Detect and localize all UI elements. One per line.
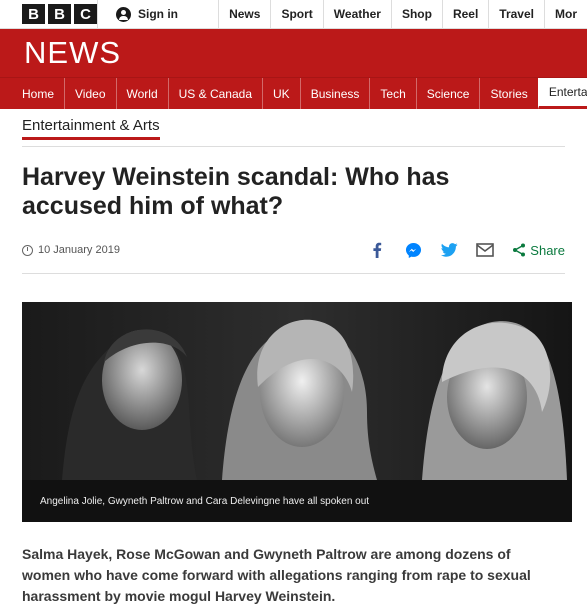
global-nav-reel[interactable]: Reel [441,0,488,28]
global-nav-travel[interactable]: Travel [488,0,544,28]
user-icon [116,6,131,22]
global-nav-weather[interactable]: Weather [322,0,391,28]
bbc-logo-letter: B [48,4,71,24]
nav-entertainment[interactable]: Entertai [537,78,587,109]
email-icon[interactable] [476,241,495,259]
nav-home[interactable]: Home [0,78,64,109]
global-nav-more[interactable]: Mor [544,0,587,28]
bbc-logo-letter: C [74,4,97,24]
nav-video[interactable]: Video [64,78,115,109]
date-text: 10 January 2019 [38,244,120,256]
clock-icon [22,244,33,256]
image-caption: Angelina Jolie, Gwyneth Paltrow and Cara… [22,480,572,522]
share-tools: Share [368,241,565,259]
article-date: 10 January 2019 [22,244,368,256]
global-nav: News Sport Weather Shop Reel Travel Mor [218,0,587,28]
nav-stories[interactable]: Stories [479,78,537,109]
share-label: Share [530,242,565,258]
news-logo[interactable]: NEWS [24,35,121,71]
messenger-icon[interactable] [404,241,422,259]
nav-tech[interactable]: Tech [369,78,415,109]
facebook-icon[interactable] [368,241,386,259]
section-header: Entertainment & Arts [22,117,565,147]
global-nav-news[interactable]: News [218,0,270,28]
global-nav-shop[interactable]: Shop [390,0,442,28]
section-link[interactable]: Entertainment & Arts [22,117,160,140]
nav-business[interactable]: Business [299,78,370,109]
nav-uk[interactable]: UK [262,78,300,109]
twitter-icon[interactable] [440,241,458,259]
lead-photo [22,302,572,480]
news-nav: Home Video World US & Canada UK Business… [0,77,587,109]
bbc-logo[interactable]: B B C [0,0,97,28]
sign-in-label: Sign in [138,7,178,21]
share-icon [513,243,526,257]
article-meta: 10 January 2019 Share [22,237,565,274]
article-headline: Harvey Weinstein scandal: Who has accuse… [22,163,450,220]
global-nav-sport[interactable]: Sport [270,0,322,28]
nav-world[interactable]: World [115,78,168,109]
sign-in-link[interactable]: Sign in [97,0,218,28]
lead-image: Angelina Jolie, Gwyneth Paltrow and Cara… [22,302,572,522]
news-masthead: NEWS [0,29,587,77]
bbc-logo-letter: B [22,4,45,24]
nav-science[interactable]: Science [415,78,480,109]
nav-us-canada[interactable]: US & Canada [167,78,262,109]
share-button[interactable]: Share [512,243,565,258]
article-summary: Salma Hayek, Rose McGowan and Gwyneth Pa… [22,546,531,604]
bbc-global-bar: B B C Sign in News Sport Weather Shop Re… [0,0,587,29]
